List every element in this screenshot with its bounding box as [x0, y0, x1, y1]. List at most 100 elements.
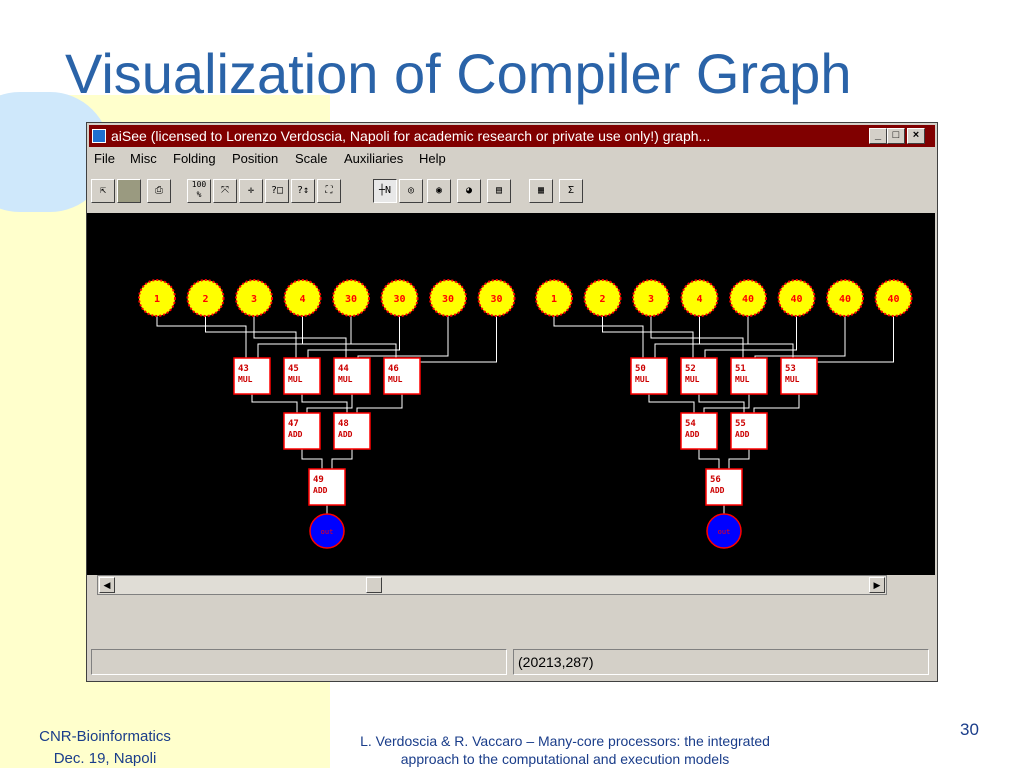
menu-file[interactable]: File	[94, 151, 115, 166]
left-mul-node-id: 44	[338, 364, 349, 374]
left-edge	[251, 394, 298, 413]
right-final-add-node-op: ADD	[710, 486, 725, 495]
left-mul-node-op: MUL	[288, 375, 303, 384]
right-mul-node-id: 50	[635, 364, 646, 374]
left-mul-node-id: 45	[288, 364, 299, 374]
aisee-window: aiSee (licensed to Lorenzo Verdoscia, Na…	[86, 122, 938, 682]
footer-credit: L. Verdoscia & R. Vaccaro – Many-core pr…	[300, 732, 830, 768]
minimize-button[interactable]: _	[869, 128, 887, 144]
right-mul-node-op: MUL	[735, 375, 750, 384]
fit-window-icon[interactable]: ⛶	[317, 179, 341, 203]
right-mul-node-op: MUL	[635, 375, 650, 384]
left-input-label: 3	[251, 294, 257, 305]
left-input-label: 1	[154, 294, 160, 305]
left-mul-node-op: MUL	[338, 375, 353, 384]
menu-help[interactable]: Help	[419, 151, 446, 166]
close-button[interactable]: ×	[907, 128, 925, 144]
scroll-right-button[interactable]: ▶	[869, 577, 885, 593]
status-message	[91, 649, 507, 675]
right-output-label: out	[718, 528, 731, 536]
zoom-100-icon[interactable]: 100%	[187, 179, 211, 203]
left-edge	[257, 316, 352, 358]
menu-position[interactable]: Position	[232, 151, 278, 166]
right-add-node-op: ADD	[735, 430, 750, 439]
left-edge	[356, 394, 403, 413]
info-icon[interactable]: ▤	[487, 179, 511, 203]
right-mul-node-op: MUL	[785, 375, 800, 384]
app-icon	[92, 129, 106, 143]
normal-view-icon[interactable]: ┼N	[373, 179, 397, 203]
left-edge	[205, 316, 297, 358]
left-edge	[307, 316, 400, 358]
maximize-button[interactable]: □	[887, 128, 905, 144]
left-output-label: out	[321, 528, 334, 536]
center-icon[interactable]: ✛	[239, 179, 263, 203]
right-input-label: 40	[887, 294, 899, 305]
menu-auxiliaries[interactable]: Auxiliaries	[344, 151, 403, 166]
left-add-node-op: ADD	[288, 430, 303, 439]
menu-folding[interactable]: Folding	[173, 151, 216, 166]
window-title: aiSee (licensed to Lorenzo Verdoscia, Na…	[111, 128, 711, 144]
right-edge	[704, 316, 797, 358]
window-titlebar[interactable]: aiSee (licensed to Lorenzo Verdoscia, Na…	[89, 125, 935, 147]
left-edge	[156, 316, 247, 358]
right-input-label: 40	[839, 294, 851, 305]
left-input-label: 30	[442, 294, 454, 305]
left-mul-node-op: MUL	[388, 375, 403, 384]
right-final-add-node-id: 56	[710, 475, 721, 485]
footer-org: CNR-Bioinformatics	[39, 728, 171, 745]
right-edge	[804, 316, 894, 363]
right-edge	[553, 316, 644, 358]
sigma-icon[interactable]: Σ	[559, 179, 583, 203]
left-edge	[357, 316, 449, 358]
right-input-label: 4	[696, 294, 702, 305]
left-input-label: 2	[202, 294, 208, 305]
summary-icon[interactable]: ▦	[529, 179, 553, 203]
right-edge	[728, 449, 750, 469]
fit-icon[interactable]: ⤧	[213, 179, 237, 203]
menu-misc[interactable]: Misc	[130, 151, 157, 166]
slide-title: Visualization of Compiler Graph	[65, 42, 852, 105]
left-edge	[301, 449, 323, 469]
right-edge	[698, 394, 745, 413]
color-icon[interactable]	[117, 179, 141, 203]
footer-credit-line1: L. Verdoscia & R. Vaccaro – Many-core pr…	[360, 733, 770, 749]
fisheye-icon[interactable]: ◎	[399, 179, 423, 203]
menu-scale[interactable]: Scale	[295, 151, 328, 166]
scroll-thumb[interactable]	[366, 577, 382, 593]
right-mul-node-op: MUL	[685, 375, 700, 384]
left-edge	[301, 394, 348, 413]
right-add-node-op: ADD	[685, 430, 700, 439]
left-edge	[302, 316, 397, 358]
page-number: 30	[960, 720, 979, 739]
left-input-label: 30	[490, 294, 502, 305]
status-coordinates: (20213,287)	[513, 649, 929, 675]
polar-icon[interactable]: ◉	[427, 179, 451, 203]
right-edge	[654, 316, 749, 358]
right-input-label: 1	[551, 294, 557, 305]
right-mul-node-id: 53	[785, 364, 796, 374]
print-icon[interactable]: ⎙	[147, 179, 171, 203]
footer-date: Dec. 19, Napoli	[53, 750, 157, 767]
export-icon[interactable]: ⇱	[91, 179, 115, 203]
eye-icon[interactable]: ◕	[457, 179, 481, 203]
find-node-icon[interactable]: ?□	[265, 179, 289, 203]
footer-org-block: CNR-Bioinformatics Dec. 19, Napoli	[10, 726, 200, 770]
left-input-label: 4	[299, 294, 305, 305]
right-input-label: 2	[599, 294, 605, 305]
right-mul-node-id: 51	[735, 364, 746, 374]
left-edge	[331, 449, 353, 469]
right-input-label: 3	[648, 294, 654, 305]
horizontal-scrollbar[interactable]: ◀ ▶	[97, 575, 887, 595]
right-add-node-id: 55	[735, 419, 746, 429]
right-mul-node-id: 52	[685, 364, 696, 374]
left-edge	[407, 316, 497, 363]
left-edge	[253, 316, 347, 358]
menu-bar: File Misc Folding Position Scale Auxilia…	[89, 149, 935, 169]
right-add-node-id: 54	[685, 419, 696, 429]
graph-canvas[interactable]: 1 2 3 4 30 30 30 30 43 MUL 45 MUL 44 MUL 46 MUL 47 ADD 48 A…	[87, 213, 935, 575]
scroll-left-button[interactable]: ◀	[99, 577, 115, 593]
right-edge	[648, 394, 695, 413]
right-edge	[753, 394, 800, 413]
find-edge-icon[interactable]: ?↕	[291, 179, 315, 203]
